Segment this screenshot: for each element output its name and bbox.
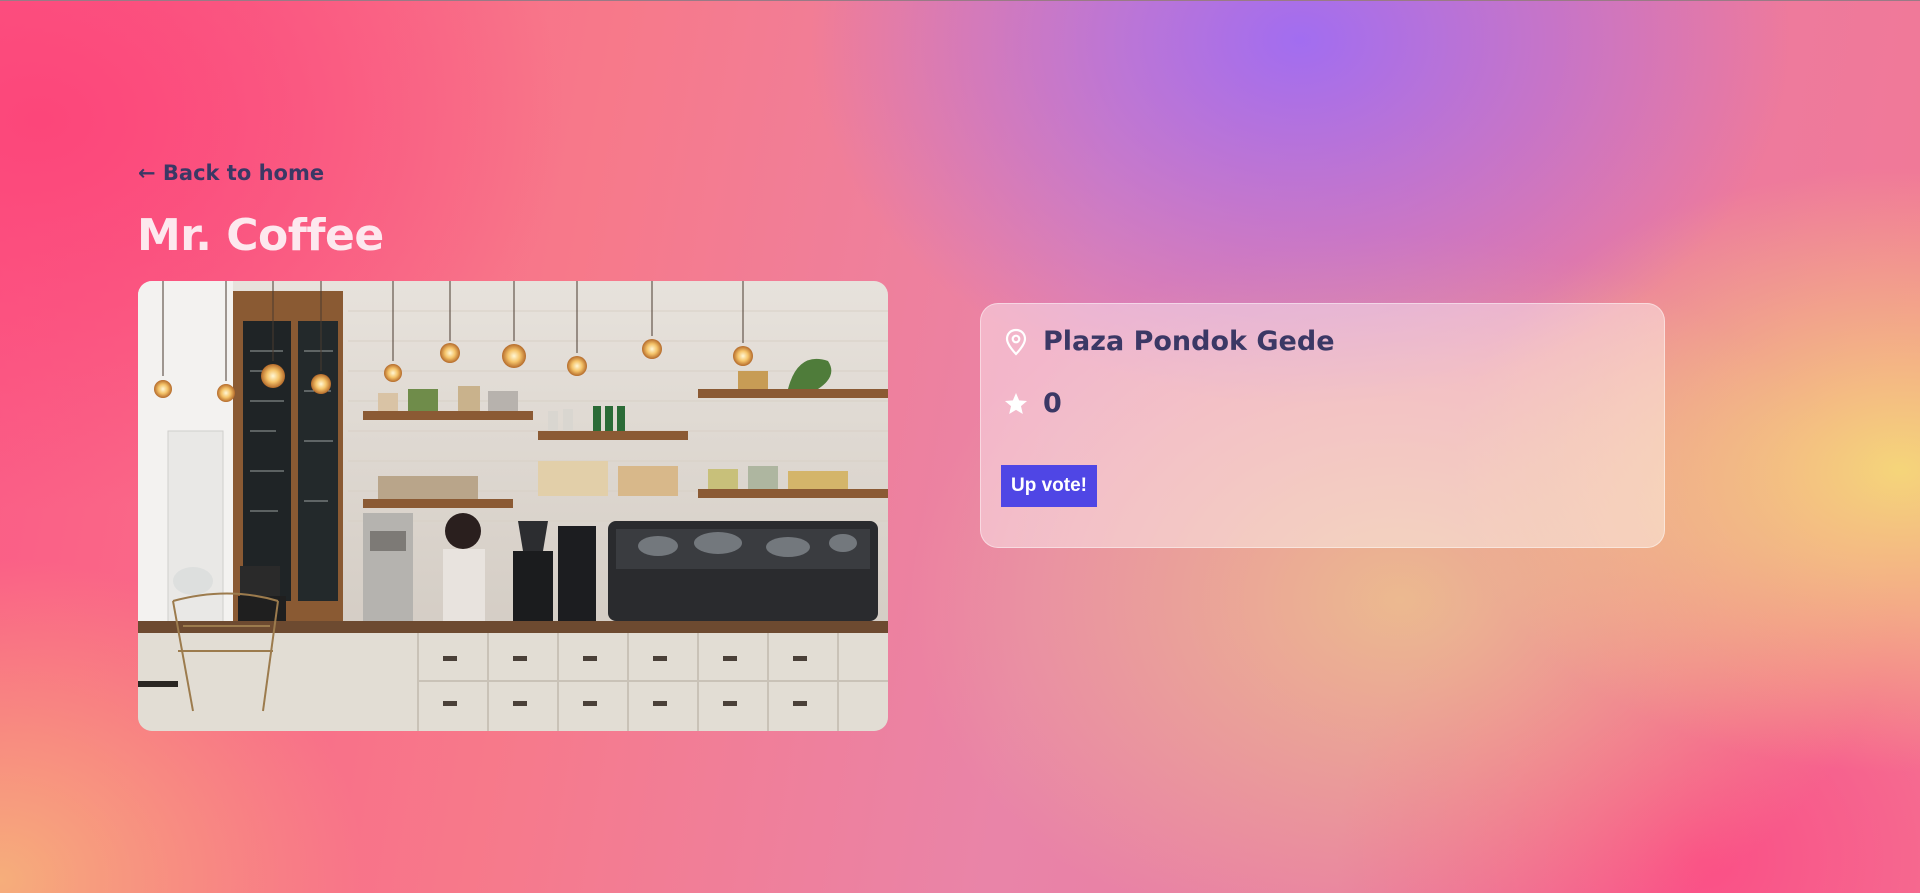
page-title: Mr. Coffee [137,210,384,261]
map-pin-icon [1003,327,1029,357]
vote-count: 0 [1043,388,1062,419]
location-row: Plaza Pondok Gede [1003,326,1335,357]
store-info-card: Plaza Pondok Gede 0 Up vote! [980,303,1665,548]
upvote-button[interactable]: Up vote! [1001,465,1097,507]
top-border [0,0,1920,1]
store-location: Plaza Pondok Gede [1043,326,1335,357]
store-image [138,281,888,731]
rating-row: 0 [1003,388,1062,419]
star-icon [1003,389,1029,419]
back-to-home-link[interactable]: ← Back to home [138,161,324,185]
